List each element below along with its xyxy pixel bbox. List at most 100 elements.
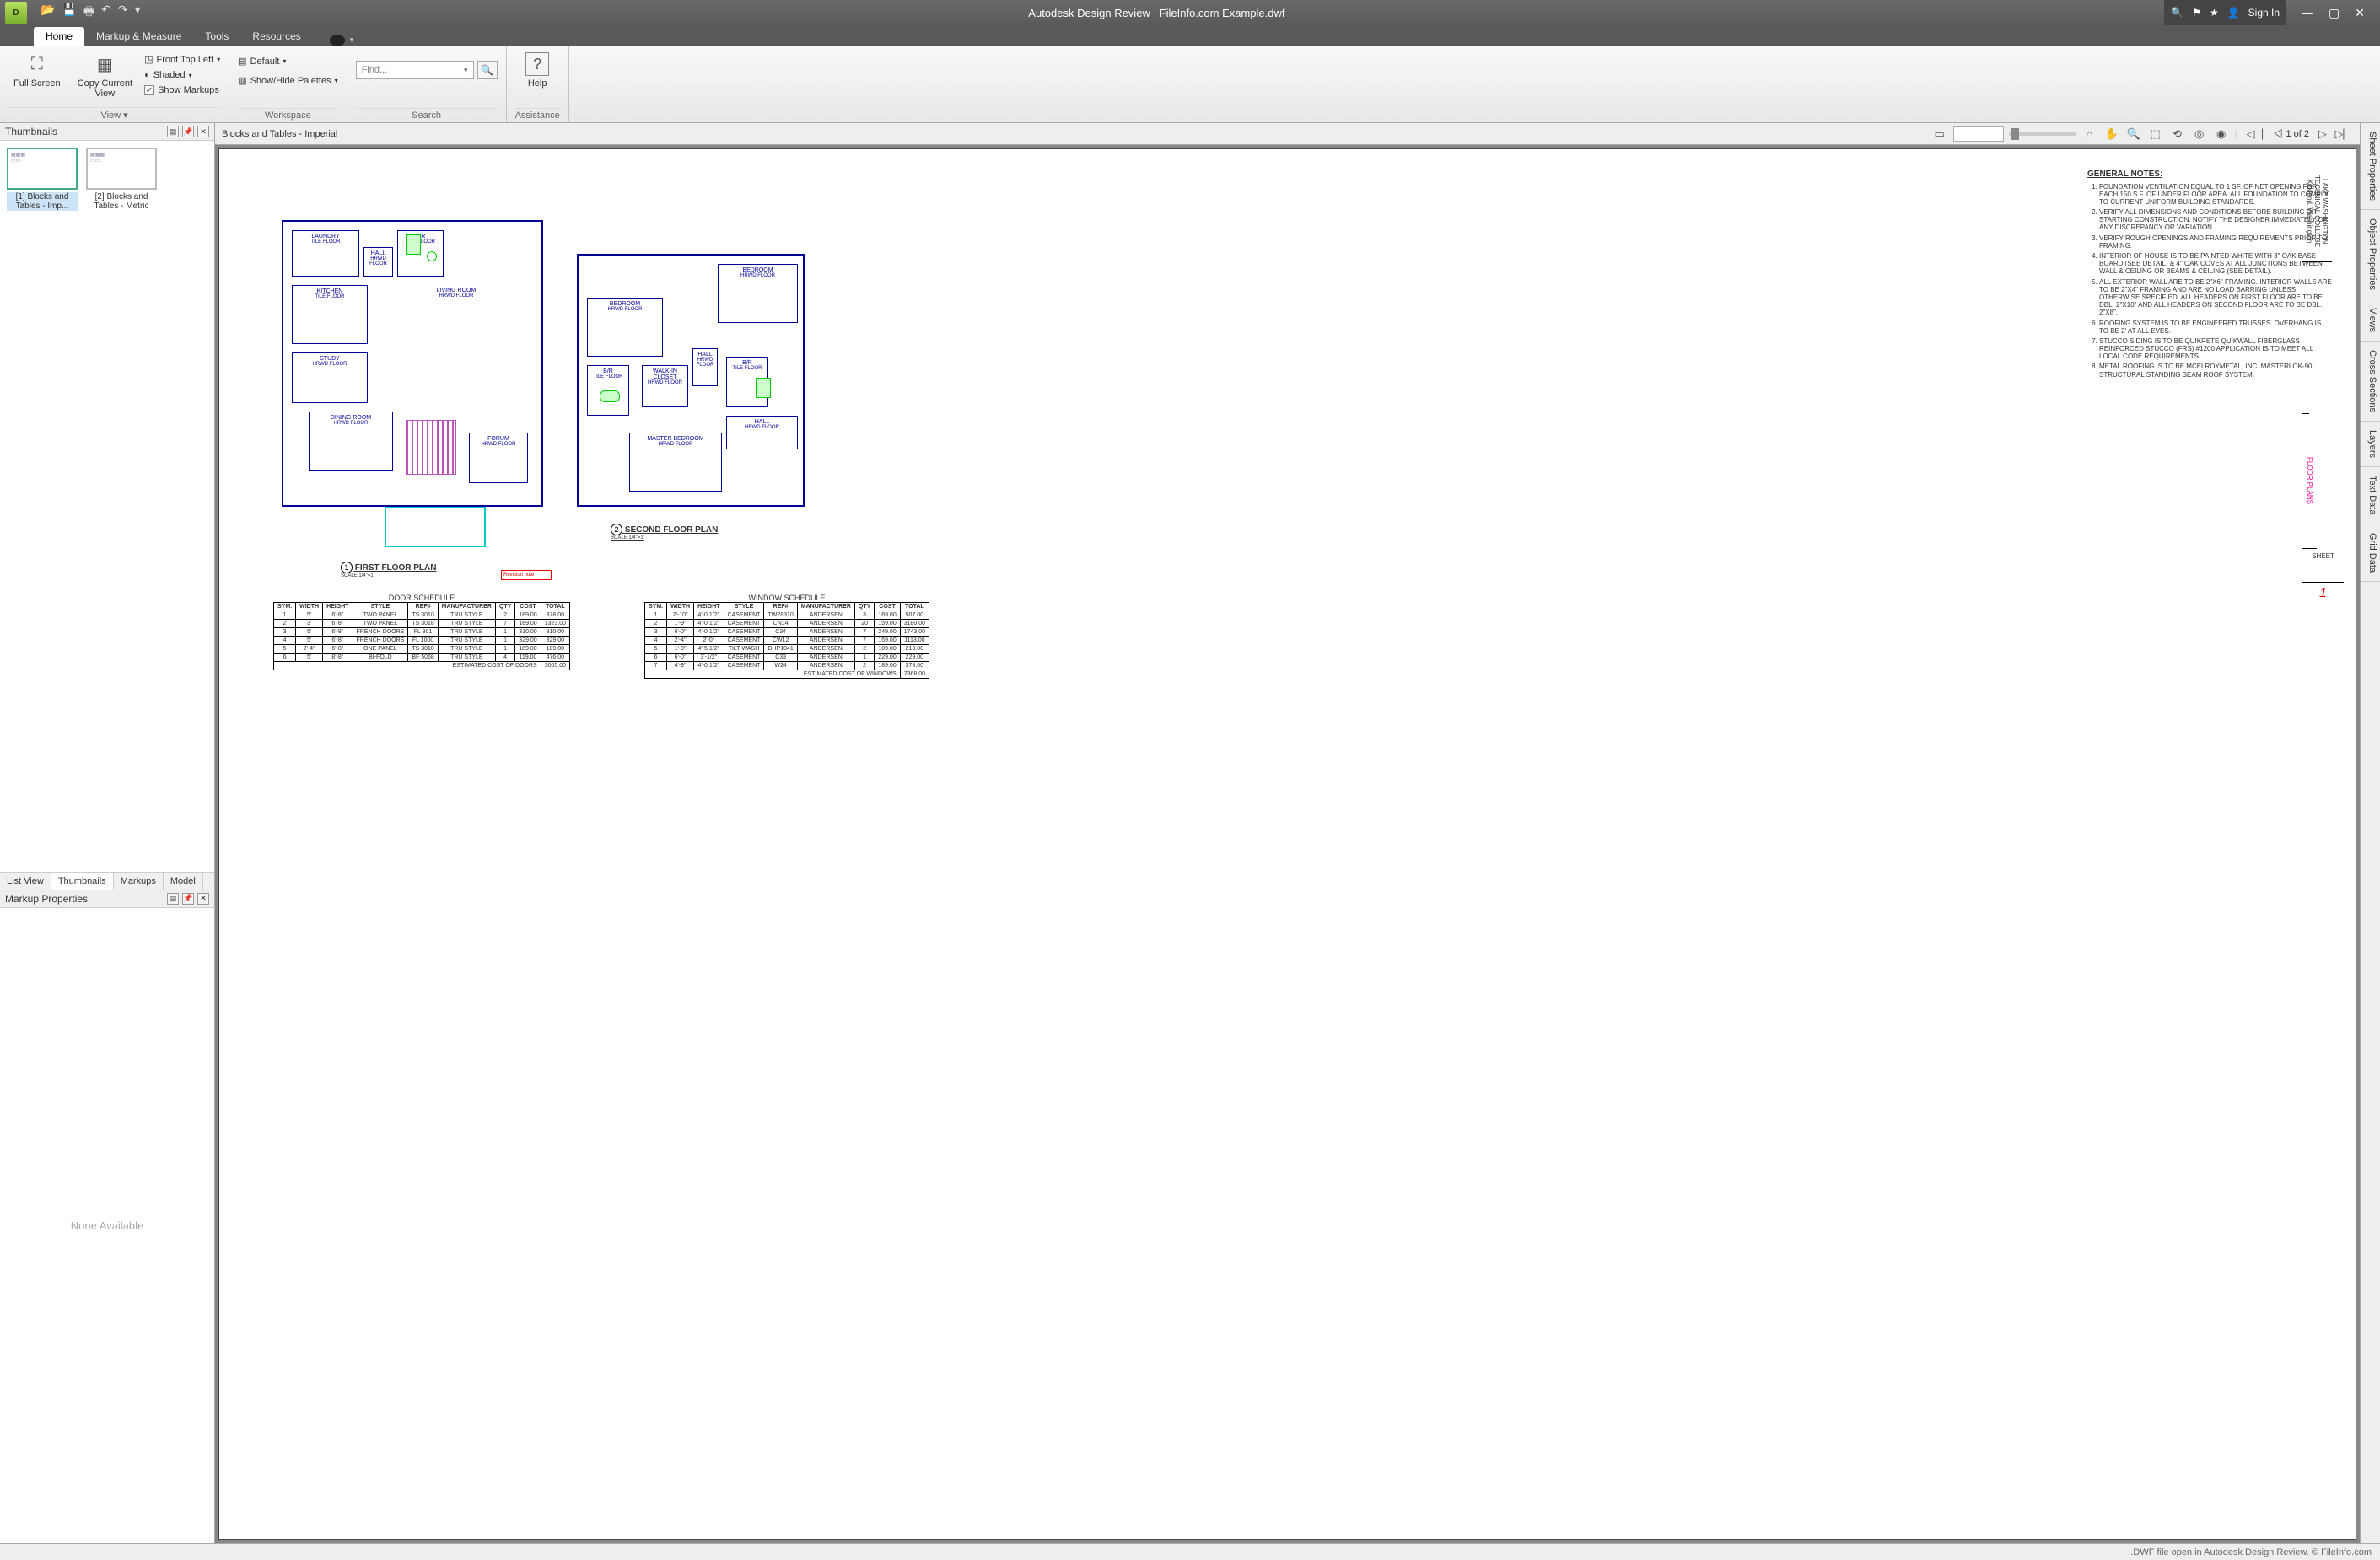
zoom-window-icon[interactable]: ⬚ xyxy=(2147,126,2164,143)
tab-cross-sections[interactable]: Cross Sections xyxy=(2361,342,2380,422)
tab-sheet-properties[interactable]: Sheet Properties xyxy=(2361,123,2380,210)
maximize-button[interactable]: ▢ xyxy=(2329,6,2340,20)
zoom-combo[interactable] xyxy=(1953,126,2004,142)
prev-page-icon[interactable]: ◁ xyxy=(2242,126,2259,143)
group-label-search: Search xyxy=(356,108,498,121)
tab-markup-measure[interactable]: Markup & Measure xyxy=(84,27,193,46)
pane-options-icon[interactable]: ▤ xyxy=(167,893,179,905)
titlebar-right-group: 🔍 ⚑ ★ 👤 Sign In xyxy=(2164,0,2286,25)
thumbnail-caption: [1] Blocks and Tables - Imp... xyxy=(7,192,78,211)
orbit-icon[interactable]: ⟲ xyxy=(2169,126,2186,143)
tab-text-data[interactable]: Text Data xyxy=(2361,467,2380,524)
door-schedule: DOOR SCHEDULE SYM.WIDTHHEIGHTSTYLEREF#MA… xyxy=(273,594,570,670)
pane-close-icon[interactable]: ✕ xyxy=(197,126,209,137)
qat-dropdown-icon[interactable]: ▾ xyxy=(135,3,141,23)
palettes-icon: ▥ xyxy=(238,75,246,86)
qat-open-icon[interactable]: 📂 xyxy=(40,3,55,23)
pane-close-icon[interactable]: ✕ xyxy=(197,893,209,905)
thumbnail-image: ▦▦▦▭▭ xyxy=(86,148,157,190)
signin-link[interactable]: Sign In xyxy=(2248,7,2280,19)
ribbon-group-assistance: ? Help Assistance xyxy=(507,46,569,122)
show-markups-checkbox[interactable]: ✓Show Markups xyxy=(144,83,220,97)
ribbon-dropdown-icon[interactable]: ▾ xyxy=(350,35,354,46)
next-page-icon[interactable]: ▷ xyxy=(2314,126,2331,143)
thumbnails-area: ▦▦▦▭▭ [1] Blocks and Tables - Imp... ▦▦▦… xyxy=(0,141,214,218)
thumbnail-1[interactable]: ▦▦▦▭▭ [1] Blocks and Tables - Imp... xyxy=(7,148,78,211)
help-button[interactable]: ? Help xyxy=(515,49,560,92)
fullscreen-button[interactable]: ⛶ Full Screen xyxy=(8,49,66,102)
status-text: .DWF file open in Autodesk Design Review… xyxy=(2130,1547,2372,1557)
tab-home[interactable]: Home xyxy=(34,27,84,46)
window-schedule: WINDOW SCHEDULE SYM.WIDTHHEIGHTSTYLEREF#… xyxy=(644,594,929,679)
tab-object-properties[interactable]: Object Properties xyxy=(2361,210,2380,299)
prev2-icon[interactable]: ⎸◁ xyxy=(2264,126,2280,143)
default-workspace-dropdown[interactable]: ▤Default ▾ xyxy=(238,54,337,68)
home-icon[interactable]: ⌂ xyxy=(2081,126,2098,143)
title-block: LAKE WASHINGTON TECHNICAL COLLEGEKirklan… xyxy=(2302,161,2344,1527)
markup-props-title: Markup Properties xyxy=(5,893,88,905)
tab-thumbnails[interactable]: Thumbnails xyxy=(51,873,114,890)
canvas-toolbar: Blocks and Tables - Imperial ▭ ⌂ ✋ 🔍 ⬚ ⟲… xyxy=(215,123,2360,145)
main-area: Thumbnails ▤ 📌 ✕ ▦▦▦▭▭ [1] Blocks and Ta… xyxy=(0,123,2380,1543)
binoculars-icon: 🔍 xyxy=(481,64,493,76)
video-pill-icon[interactable] xyxy=(330,35,345,46)
qat-save-icon[interactable]: 💾 xyxy=(62,3,76,23)
drawing-canvas[interactable]: GENERAL NOTES: FOUNDATION VENTILATION EQ… xyxy=(218,148,2356,1540)
cube-icon: ◳ xyxy=(144,54,153,65)
layout-icon: ▤ xyxy=(238,56,246,67)
select-tool-icon[interactable]: ▭ xyxy=(1931,126,1948,143)
tab-tools[interactable]: Tools xyxy=(193,27,240,46)
tab-grid-data[interactable]: Grid Data xyxy=(2361,524,2380,582)
checkbox-icon: ✓ xyxy=(144,85,154,95)
pan-icon[interactable]: ✋ xyxy=(2103,126,2120,143)
window-title: Autodesk Design Review FileInfo.com Exam… xyxy=(149,7,2165,19)
show-hide-palettes-dropdown[interactable]: ▥Show/Hide Palettes ▾ xyxy=(238,73,337,88)
search-button[interactable]: 🔍 xyxy=(477,61,498,79)
markup-callout[interactable]: Revision note xyxy=(501,570,552,580)
copy-view-button[interactable]: ▦ Copy Current View xyxy=(73,49,137,102)
nav-icon[interactable]: ◎ xyxy=(2191,126,2208,143)
pane-options-icon[interactable]: ▤ xyxy=(167,126,179,137)
zoom-icon[interactable]: 🔍 xyxy=(2125,126,2142,143)
pane-pin-icon[interactable]: 📌 xyxy=(182,893,194,905)
shaded-dropdown[interactable]: ◐Shaded ▾ xyxy=(144,68,220,82)
thumbnails-title: Thumbnails xyxy=(5,126,57,137)
pane-pin-icon[interactable]: 📌 xyxy=(182,126,194,137)
tab-resources[interactable]: Resources xyxy=(240,27,312,46)
front-top-left-dropdown[interactable]: ◳Front Top Left ▾ xyxy=(144,52,220,67)
first-floor-plan: LAUNDRYTILE FLOOR HALLHRWD FLOOR B/RTILE… xyxy=(282,220,543,507)
next2-icon[interactable]: ▷⎸ xyxy=(2336,126,2353,143)
markup-props-header: Markup Properties ▤ 📌 ✕ xyxy=(0,890,214,908)
binoculars-icon[interactable]: 🔍 xyxy=(2171,7,2183,19)
sheet-name: Blocks and Tables - Imperial xyxy=(222,129,337,139)
tab-model[interactable]: Model xyxy=(164,873,203,890)
qat-print-icon[interactable]: 🖶 xyxy=(83,3,94,23)
close-button[interactable]: ✕ xyxy=(2355,6,2365,20)
ribbon-group-view: ⛶ Full Screen ▦ Copy Current View ◳Front… xyxy=(0,46,229,122)
fp2-title: 2 SECOND FLOOR PLAN SCALE 1/4"=1' xyxy=(611,524,718,541)
tab-list-view[interactable]: List View xyxy=(0,873,51,890)
ribbon-group-workspace: ▤Default ▾ ▥Show/Hide Palettes ▾ Workspa… xyxy=(229,46,347,122)
group-label-view[interactable]: View ▾ xyxy=(8,107,220,121)
ribbon: ⛶ Full Screen ▦ Copy Current View ◳Front… xyxy=(0,46,2380,123)
tab-views[interactable]: Views xyxy=(2361,299,2380,342)
star-icon[interactable]: ★ xyxy=(2210,7,2219,19)
markup-properties-pane: Markup Properties ▤ 📌 ✕ None Available xyxy=(0,890,214,1544)
search-input[interactable]: Find...▾ xyxy=(356,61,474,79)
general-notes: GENERAL NOTES: FOUNDATION VENTILATION EQ… xyxy=(2087,169,2332,381)
group-label-assistance: Assistance xyxy=(515,108,560,121)
steering-icon[interactable]: ◉ xyxy=(2213,126,2230,143)
shaded-icon: ◐ xyxy=(144,70,150,80)
qat-redo-icon[interactable]: ↷ xyxy=(118,3,128,23)
qat-undo-icon[interactable]: ↶ xyxy=(101,3,111,23)
left-panel-tabs: List View Thumbnails Markups Model xyxy=(0,872,214,890)
minimize-button[interactable]: — xyxy=(2302,6,2313,20)
thumbnail-2[interactable]: ▦▦▦▭▭ [2] Blocks and Tables - Metric xyxy=(86,148,157,211)
ribbon-extras: ▾ xyxy=(330,35,354,46)
flag-icon[interactable]: ⚑ xyxy=(2192,7,2201,19)
tab-layers[interactable]: Layers xyxy=(2361,422,2380,467)
user-icon: 👤 xyxy=(2227,7,2240,19)
zoom-slider[interactable] xyxy=(2009,132,2076,136)
tab-markups[interactable]: Markups xyxy=(114,873,164,890)
help-icon: ? xyxy=(525,52,549,76)
